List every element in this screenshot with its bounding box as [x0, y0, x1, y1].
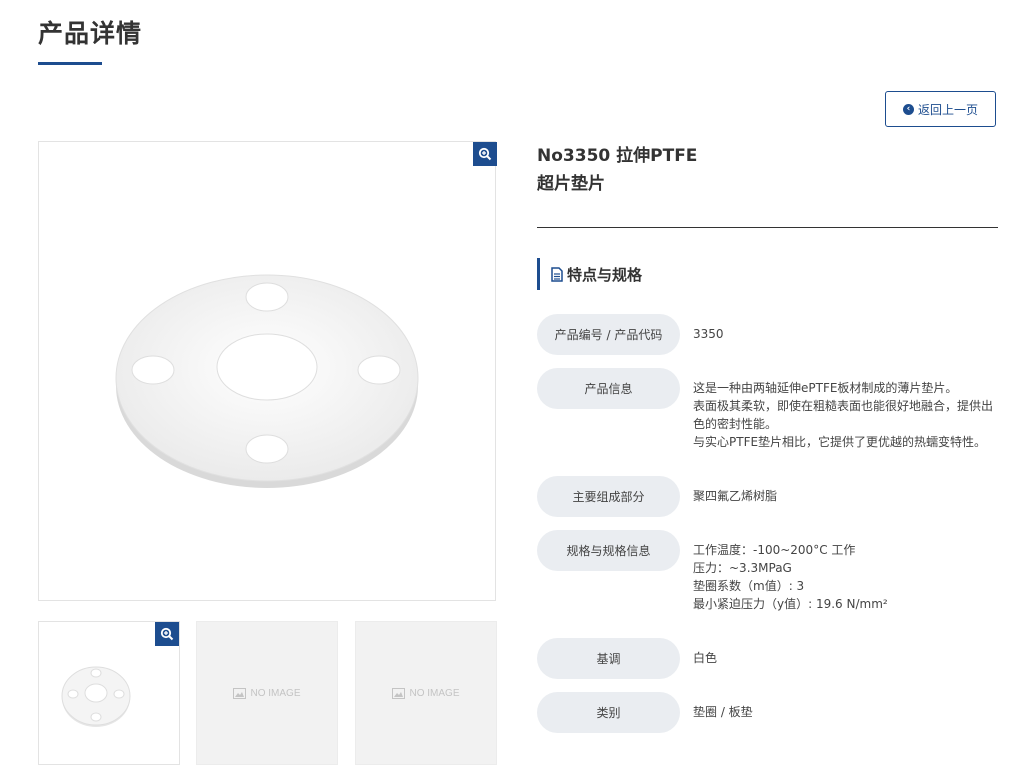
spec-value-specifications: 工作温度：-100~200°C 工作 压力：~3.3MPaG 垫圈系数（m值）:…	[693, 541, 993, 613]
gasket-image	[115, 274, 419, 488]
spec-line: 垫圈 / 板垫	[693, 705, 753, 719]
thumbnail-1[interactable]	[38, 621, 180, 765]
spec-value-product-code: 3350	[693, 325, 993, 343]
spec-line: 色的密封性能。	[693, 417, 778, 431]
back-button[interactable]: ‹ 返回上一页	[885, 91, 996, 127]
spec-line: 工作温度：-100~200°C 工作	[693, 543, 856, 557]
zoom-in-icon	[478, 147, 492, 161]
divider	[537, 227, 998, 228]
spec-line: 最小紧迫压力（y值）: 19.6 N/mm²	[693, 597, 888, 611]
zoom-in-icon	[160, 627, 174, 641]
spec-label-product-code: 产品编号 / 产品代码	[537, 314, 680, 355]
image-placeholder-icon	[392, 687, 406, 699]
spec-line: 垫圈系数（m值）: 3	[693, 579, 805, 593]
arrow-left-circle-icon: ‹	[902, 103, 914, 115]
spec-line: 与实心PTFE垫片相比，它提供了更优越的热蠕变特性。	[693, 435, 987, 449]
spec-label-specifications: 规格与规格信息	[537, 530, 680, 571]
product-name-line-2: 超片垫片	[537, 174, 605, 194]
spec-line: 压力：~3.3MPaG	[693, 561, 792, 575]
image-placeholder-icon	[233, 687, 247, 699]
section-title: 特点与规格	[567, 265, 643, 284]
spec-line: 这是一种由两轴延伸ePTFE板材制成的薄片垫片。	[693, 381, 958, 395]
spec-label-color: 基调	[537, 638, 680, 679]
spec-line: 白色	[693, 651, 718, 665]
no-image-label: NO IMAGE	[250, 687, 301, 699]
thumbnail-3[interactable]: NO IMAGE	[355, 621, 497, 765]
product-name-line-1: No3350 拉伸PTFE	[537, 146, 698, 166]
thumbnail-2[interactable]: NO IMAGE	[196, 621, 338, 765]
document-icon	[551, 266, 563, 282]
spec-label-category: 类别	[537, 692, 680, 733]
spec-label-composition: 主要组成部分	[537, 476, 680, 517]
spec-line: 3350	[693, 327, 724, 341]
product-name: No3350 拉伸PTFE 超片垫片	[537, 142, 737, 198]
no-image-label: NO IMAGE	[409, 687, 460, 699]
spec-line: 表面极其柔软，即使在粗糙表面也能很好地融合，提供出	[693, 399, 994, 413]
spec-value-composition: 聚四氟乙烯树脂	[693, 487, 993, 505]
thumbnail-zoom-button[interactable]	[155, 622, 179, 646]
spec-value-product-info: 这是一种由两轴延伸ePTFE板材制成的薄片垫片。 表面极其柔软，即使在粗糙表面也…	[693, 379, 993, 451]
main-product-image[interactable]	[38, 141, 497, 601]
back-button-label: 返回上一页	[917, 102, 978, 117]
zoom-button[interactable]	[473, 142, 497, 166]
spec-line: 聚四氟乙烯树脂	[693, 489, 778, 503]
page-title: 产品详情	[38, 19, 143, 48]
title-underline	[38, 62, 102, 65]
spec-value-color: 白色	[693, 649, 993, 667]
spec-label-product-info: 产品信息	[537, 368, 680, 409]
spec-value-category: 垫圈 / 板垫	[693, 703, 993, 721]
section-heading: 特点与规格	[537, 258, 642, 290]
